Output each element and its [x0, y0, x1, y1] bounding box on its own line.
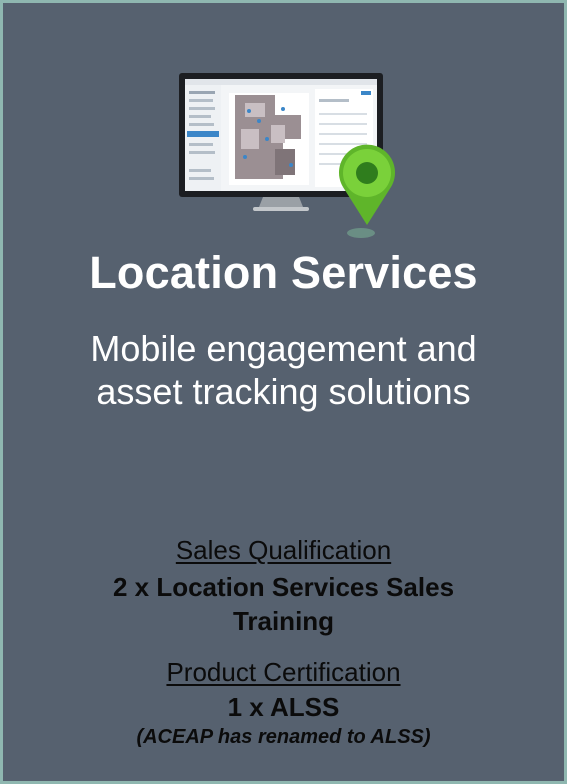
- sales-training-requirement-line-1: 2 x Location Services Sales: [112, 572, 455, 602]
- subtitle-line-2: asset tracking solutions: [96, 371, 471, 412]
- location-services-card: Location Services Mobile engagement and …: [0, 0, 567, 784]
- sales-qualification-section: Sales Qualification 2 x Location Service…: [3, 535, 564, 638]
- rename-note: (ACEAP has renamed to ALSS): [136, 726, 431, 748]
- product-certification-link[interactable]: Product Certification: [3, 657, 564, 688]
- subtitle-line-1: Mobile engagement and: [90, 328, 477, 369]
- location-pin-icon: [339, 144, 395, 238]
- monitor-floor-map-icon: [179, 73, 395, 238]
- sales-training-requirement-line-2: Training: [232, 606, 335, 636]
- page-title: Location Services: [89, 247, 478, 298]
- sales-qualification-link[interactable]: Sales Qualification: [3, 535, 564, 566]
- product-certification-section: Product Certification 1 x ALSS (ACEAP ha…: [3, 657, 564, 749]
- subtitle: Mobile engagement and asset tracking sol…: [3, 327, 564, 413]
- certification-requirement: 1 x ALSS: [227, 692, 340, 722]
